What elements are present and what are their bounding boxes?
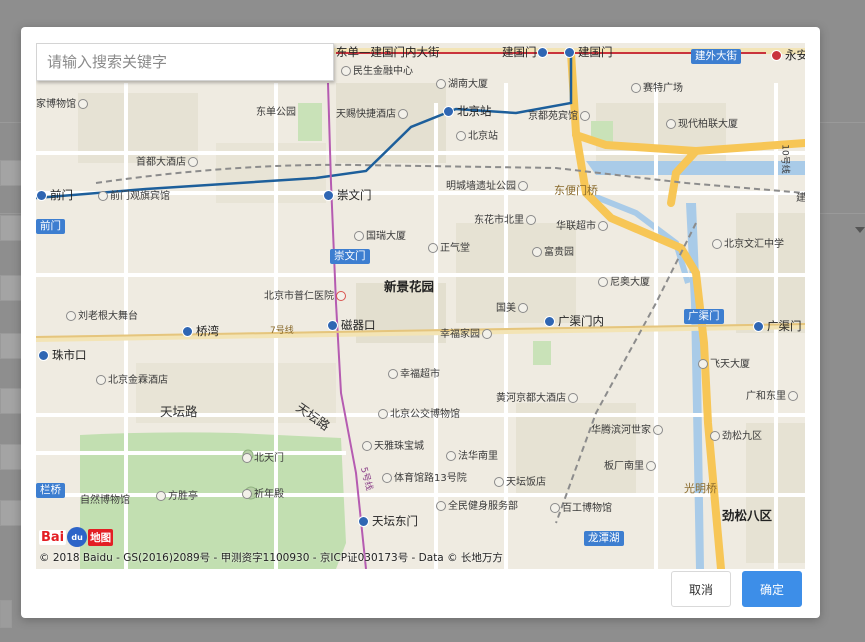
line-label-jianguomennei: 东单—建国门内大街	[336, 45, 440, 59]
poi: 北天门	[242, 453, 284, 465]
poi: 幸福家园	[440, 329, 494, 341]
poi: 百工博物馆	[550, 503, 612, 515]
poi: 自然博物馆	[80, 495, 130, 506]
poi: 北京文汇中学	[712, 239, 784, 251]
poi: 板厂南里	[604, 461, 658, 473]
map-search-input[interactable]	[36, 43, 334, 81]
poi: 国瑞大厦	[354, 231, 406, 243]
background-field	[0, 160, 22, 186]
poi: 光明桥	[684, 482, 717, 495]
poi: 尼奥大厦	[598, 277, 650, 289]
poi: 建	[796, 193, 805, 204]
metro-yongan: 永安	[771, 49, 805, 62]
background-field	[0, 500, 22, 526]
poi: 黄河京都大酒店	[496, 393, 580, 405]
poi: 东便门桥	[554, 184, 598, 197]
poi: 华联超市	[556, 221, 610, 233]
background-field	[0, 388, 22, 414]
road-tag-jianwai: 建外大街	[691, 49, 741, 64]
poi: 湖南大厦	[436, 79, 488, 91]
background-field	[0, 275, 22, 301]
line-label-7: 7号线	[270, 326, 294, 336]
map-copyright: © 2018 Baidu - GS(2016)2089号 - 甲测资字11009…	[39, 552, 503, 564]
baidu-map[interactable]: 建外大街 崇文门 广渠门 前门 龙潭湖 栏桥 东单—建国门内大街 7号线 5号线…	[36, 43, 805, 569]
road-tag-lanqiao: 栏桥	[36, 483, 65, 498]
poi: 京都苑宾馆	[528, 111, 592, 123]
poi: 前门观旗宾馆	[98, 191, 170, 203]
poi: 东单公园	[256, 107, 296, 118]
poi: 北京公交博物馆	[378, 409, 460, 421]
poi: 法华南里	[446, 451, 498, 463]
road-tag-guangqumen: 广渠门	[684, 309, 724, 324]
confirm-button[interactable]: 确定	[742, 571, 802, 607]
metro-guangqumennei: 广渠门内	[544, 315, 604, 328]
poi: 祈年殿	[242, 489, 284, 501]
poi: 天赐快捷酒店	[336, 109, 410, 121]
background-field	[0, 444, 22, 470]
district-xinjing-garden: 新景花园	[384, 279, 435, 294]
poi: 北京市普仁医院	[264, 291, 348, 303]
district-jinsong-8: 劲松八区	[722, 508, 773, 523]
paw-icon: du	[67, 527, 88, 547]
poi: 方胜亭	[156, 491, 198, 503]
map-picker-dialog: 建外大街 崇文门 广渠门 前门 龙潭湖 栏桥 东单—建国门内大街 7号线 5号线…	[21, 27, 820, 618]
poi: 正气堂	[428, 243, 470, 255]
metro-jianguomen-west: 建国门	[502, 46, 551, 59]
poi: 体育馆路13号院	[382, 473, 467, 485]
poi: 民生金融中心	[341, 66, 413, 78]
cancel-button[interactable]: 取消	[671, 571, 731, 607]
background-tab	[0, 600, 12, 628]
poi: 北京站	[456, 131, 498, 143]
road-tag-longtanhu: 龙潭湖	[584, 531, 624, 546]
road-tag-qianmen: 前门	[36, 219, 65, 234]
baidu-map-logo[interactable]: Bai du 地图	[39, 527, 114, 547]
poi: 赛特广场	[631, 83, 683, 95]
poi: 华腾滨河世家	[591, 425, 665, 437]
metro-jianguomen: 建国门	[564, 46, 613, 59]
metro-tiantan-east-gate: 天坛东门	[358, 515, 418, 528]
metro-ciqikou: 磁器口	[327, 319, 376, 332]
poi: 全民健身服务部	[436, 501, 518, 513]
poi: 首都大酒店	[136, 157, 200, 169]
poi: 明城墙遗址公园	[446, 181, 530, 193]
poi: 幸福超市	[388, 369, 440, 381]
background-field	[0, 333, 22, 359]
poi: 广和东里	[746, 391, 800, 403]
poi: 天坛饭店	[494, 477, 546, 489]
background-dropdown-caret	[855, 227, 865, 233]
metro-guangqumen: 广渠门	[753, 320, 802, 333]
poi: 家博物馆	[36, 99, 90, 111]
line-label-10: 10号线	[779, 144, 790, 174]
poi: 国美	[496, 303, 530, 315]
poi: 刘老根大舞台	[66, 311, 138, 323]
metro-zhushikou: 珠市口	[38, 349, 87, 362]
poi: 现代柏联大厦	[666, 119, 738, 131]
poi: 飞天大厦	[698, 359, 750, 371]
poi: 富贵园	[532, 247, 574, 259]
road-tag-chongwenmen: 崇文门	[330, 249, 370, 264]
metro-qiaowan: 桥湾	[182, 325, 219, 338]
metro-qianmen: 前门	[36, 189, 73, 202]
background-field	[0, 215, 22, 241]
road-tiantan: 天坛路	[160, 404, 198, 419]
poi: 天雅珠宝城	[362, 441, 424, 453]
poi: 劲松九区	[710, 431, 762, 443]
metro-beijing-station: 北京站	[443, 105, 492, 118]
poi: 东花市北里	[474, 215, 538, 227]
metro-chongwenmen: 崇文门	[323, 189, 372, 202]
poi: 北京金霖酒店	[96, 375, 168, 387]
